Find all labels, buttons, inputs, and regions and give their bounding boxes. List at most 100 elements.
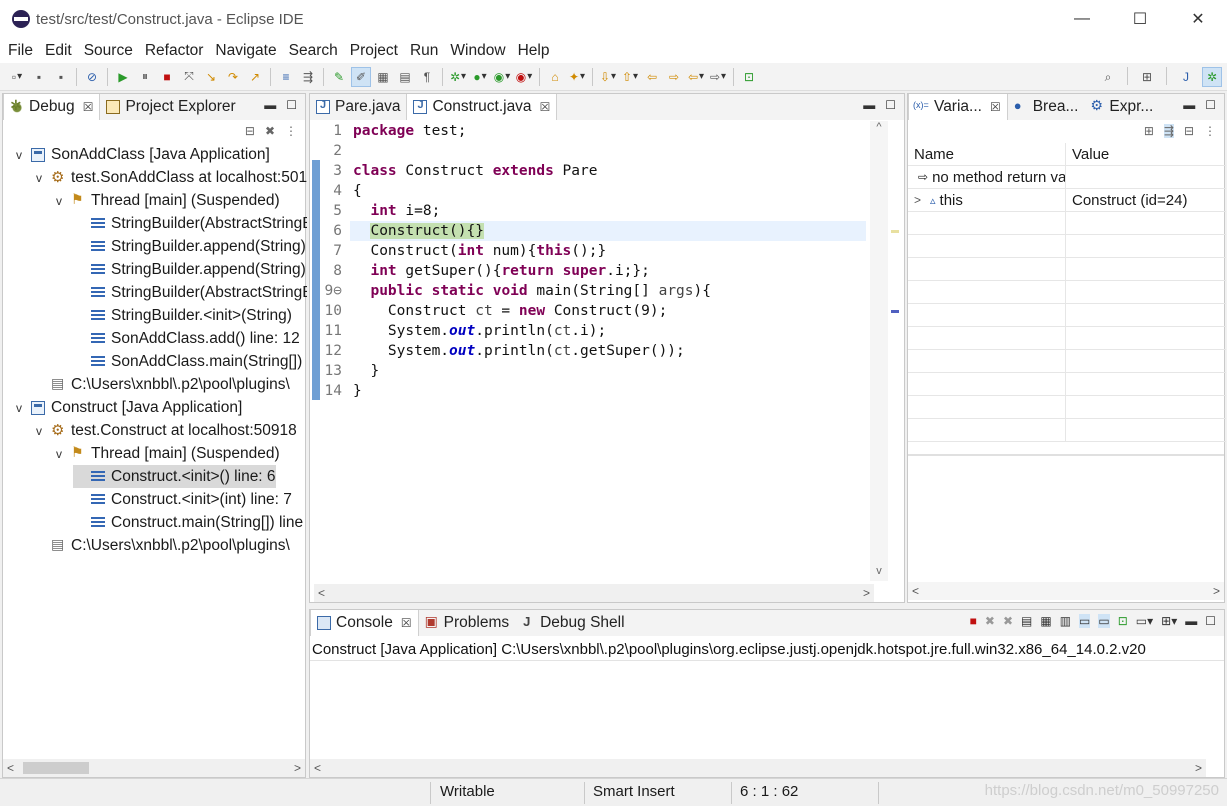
column-header-value[interactable]: Value [1066, 146, 1226, 163]
code-line[interactable]: int getSuper(){return super.i;}; [353, 263, 649, 279]
suspend-icon[interactable]: ⏸ [135, 67, 155, 87]
save-all-icon[interactable]: ▪ [51, 67, 71, 87]
expand-chevron-icon[interactable]: v [53, 447, 65, 461]
remove-all-terminated-icon[interactable]: ✖ [1003, 614, 1013, 628]
scroll-down-icon[interactable]: v [870, 565, 888, 577]
code-editor[interactable]: 1 package test; 2 3 class Construct extends … [314, 121, 888, 581]
status-cursor-position[interactable]: 6 : 1 : 62 [740, 783, 798, 800]
code-line[interactable]: } [353, 383, 362, 399]
debug-tree-item[interactable]: SonAddClass.add() line: 12 [73, 327, 300, 350]
variables-horizontal-scrollbar[interactable]: < > [908, 582, 1224, 600]
debug-perspective-icon[interactable]: ✲ [1202, 67, 1222, 87]
view-menu-icon[interactable]: ⋮ [1204, 124, 1216, 138]
debug-tree-item[interactable]: SonAddClass.main(String[]) line [73, 350, 307, 373]
scroll-up-icon[interactable]: ^ [870, 121, 888, 133]
pin-icon[interactable]: ✎ [329, 67, 349, 87]
remove-terminated-icon[interactable]: ✖ [265, 124, 275, 138]
minimize-view-icon[interactable]: ▬ [863, 98, 875, 112]
scroll-left-icon[interactable]: < [912, 584, 919, 598]
debug-tree-item[interactable]: StringBuilder(AbstractStringBuilder) [73, 281, 307, 304]
drop-to-frame-icon[interactable]: ≡ [276, 67, 296, 87]
menu-source[interactable]: Source [78, 42, 139, 60]
open-console-icon[interactable]: ⊞▾ [1161, 614, 1177, 628]
debug-tree-item[interactable]: C:\Users\xnbbl\.p2\pool\plugins\ [33, 373, 290, 396]
show-logical-structure-icon[interactable]: ⇶ [1163, 124, 1174, 138]
scroll-right-icon[interactable]: > [1195, 761, 1202, 775]
code-line[interactable]: package test; [353, 123, 467, 139]
last-edit-location-icon[interactable]: ⇦ [642, 67, 662, 87]
maximize-view-icon[interactable]: ☐ [286, 98, 297, 112]
debug-tree-item[interactable]: v test.Construct at localhost:50918 [33, 419, 297, 442]
scroll-right-icon[interactable]: > [294, 761, 301, 775]
tab-problems[interactable]: Problems [419, 610, 515, 636]
maximize-view-icon[interactable]: ☐ [1205, 98, 1216, 112]
debug-tree-item[interactable]: v Thread [main] (Suspended) [53, 442, 280, 465]
debug-tree-item[interactable]: StringBuilder.<init>(String) [73, 304, 292, 327]
scroll-right-icon[interactable]: > [863, 586, 870, 600]
last-edit-forward-icon[interactable]: ⇨ [664, 67, 684, 87]
run-icon[interactable]: ● [470, 67, 490, 87]
expand-chevron-icon[interactable]: v [13, 401, 25, 415]
debug-tree-item[interactable]: v Thread [main] (Suspended) [53, 189, 280, 212]
save-icon[interactable]: ▪ [29, 67, 49, 87]
menu-run[interactable]: Run [404, 42, 444, 60]
column-header-name[interactable]: Name [908, 143, 1066, 165]
debug-horizontal-scrollbar[interactable]: < > [3, 759, 305, 777]
coverage-icon[interactable]: ◉ [492, 67, 512, 87]
code-line[interactable]: Construct(){} [353, 223, 484, 239]
maximize-button[interactable]: ☐ [1111, 0, 1169, 38]
minimize-view-icon[interactable]: ▬ [1185, 614, 1197, 628]
minimize-view-icon[interactable]: ▬ [1183, 98, 1195, 112]
show-type-names-icon[interactable]: ⊞ [1144, 124, 1154, 138]
menu-edit[interactable]: Edit [39, 42, 78, 60]
code-line[interactable]: System.out.println(ct.getSuper()); [353, 343, 685, 359]
word-wrap-icon[interactable]: ▥ [1060, 614, 1071, 628]
step-return-icon[interactable]: ↗ [245, 67, 265, 87]
tab-expressions[interactable]: Expr... [1084, 94, 1159, 120]
scroll-left-icon[interactable]: < [314, 761, 321, 775]
tab-console[interactable]: Console ☒ [310, 610, 419, 636]
clear-console-icon[interactable]: ▤ [1021, 614, 1032, 628]
terminate-icon[interactable]: ■ [157, 67, 177, 87]
close-icon[interactable]: ☒ [401, 616, 412, 630]
use-step-filters-icon[interactable]: ⇶ [298, 67, 318, 87]
pin-editor-icon[interactable]: ⊡ [739, 67, 759, 87]
block-selection-icon[interactable]: ▦ [373, 67, 393, 87]
collapse-all-icon[interactable]: ⊟ [245, 124, 255, 138]
console-horizontal-scrollbar[interactable]: < > [310, 759, 1206, 777]
disconnect-icon[interactable]: ⤧ [179, 67, 199, 87]
menu-project[interactable]: Project [344, 42, 404, 60]
menu-search[interactable]: Search [283, 42, 344, 60]
expand-chevron-icon[interactable]: > [914, 193, 926, 207]
scroll-left-icon[interactable]: < [318, 586, 325, 600]
step-into-icon[interactable]: ↘ [201, 67, 221, 87]
menu-window[interactable]: Window [444, 42, 511, 60]
minimize-button[interactable]: — [1053, 0, 1111, 38]
tab-debug[interactable]: Debug ☒ [3, 94, 101, 120]
code-line[interactable]: class Construct extends Pare [353, 163, 597, 179]
step-over-icon[interactable]: ↷ [223, 67, 243, 87]
collapse-all-icon[interactable]: ⊟ [1184, 124, 1194, 138]
show-whitespace-icon[interactable]: ¶ [417, 67, 437, 87]
scroll-left-icon[interactable]: < [7, 761, 14, 775]
detail-pane-divider[interactable] [908, 454, 1224, 456]
debug-tree-item[interactable]: C:\Users\xnbbl\.p2\pool\plugins\ [33, 534, 290, 557]
tab-construct-java[interactable]: Construct.java ☒ [406, 94, 558, 120]
editor-horizontal-scrollbar[interactable]: < > [314, 584, 874, 602]
status-insert-mode[interactable]: Smart Insert [593, 783, 675, 800]
word-wrap-icon[interactable]: ▤ [395, 67, 415, 87]
show-on-stdout-icon[interactable]: ▭ [1079, 614, 1091, 628]
tab-debug-shell[interactable]: Debug Shell [515, 610, 630, 636]
scroll-right-icon[interactable]: > [1213, 584, 1220, 598]
back-icon[interactable]: ⇦ [686, 67, 706, 87]
scroll-lock-icon[interactable]: ▦ [1040, 614, 1051, 628]
display-console-icon[interactable]: ▭▾ [1136, 614, 1153, 628]
debug-tree-item[interactable]: StringBuilder.append(String) [73, 258, 306, 281]
previous-annotation-icon[interactable]: ⇧ [620, 67, 640, 87]
external-tools-icon[interactable]: ◉ [514, 67, 534, 87]
overview-ruler-marker[interactable] [891, 230, 899, 233]
tab-project-explorer[interactable]: Project Explorer [100, 94, 241, 120]
next-annotation-icon[interactable]: ⇩ [598, 67, 618, 87]
code-line[interactable]: public static void main(String[] args){ [353, 283, 711, 299]
pin-console-icon[interactable]: ⊡ [1118, 614, 1128, 628]
